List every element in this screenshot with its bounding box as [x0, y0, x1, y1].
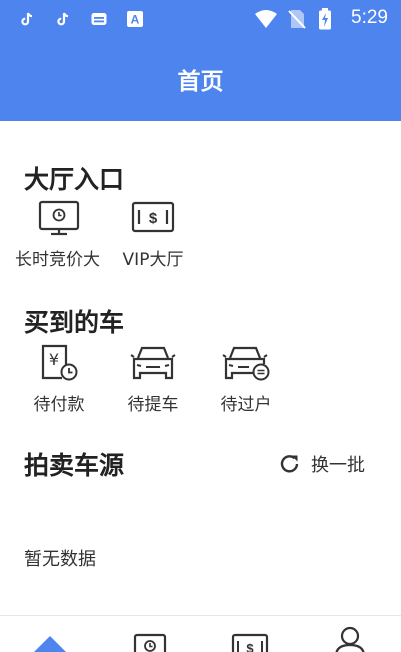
cars-item-label: 待提车 [127, 395, 179, 415]
pending-pickup-icon [130, 346, 176, 380]
hall-item-label: 长时竞价大 [15, 250, 100, 270]
vip-tab-icon[interactable]: $ [230, 632, 270, 652]
cars-item-pending-transfer[interactable]: 待过户 [201, 342, 291, 415]
auction-section-title: 拍卖车源 [24, 451, 125, 480]
app-icon [91, 13, 107, 25]
cars-item-label: 待付款 [33, 395, 85, 415]
svg-text:$: $ [246, 641, 254, 652]
status-bar: A 5:29 [0, 0, 401, 38]
timed-auction-icon [38, 200, 80, 236]
page-title: 首页 [177, 69, 224, 95]
font-app-icon: A [127, 11, 143, 27]
vip-hall-icon: $ [131, 201, 175, 233]
no-sim-icon [288, 10, 306, 29]
pending-payment-icon: ¥ [41, 344, 78, 381]
status-time: 5:29 [351, 7, 388, 28]
wifi-icon [255, 10, 277, 28]
hall-item-timed-auction[interactable]: 长时竞价大 [14, 199, 104, 270]
app-header: A 5:29 首页 [0, 0, 401, 121]
battery-charging-icon [319, 8, 331, 30]
refresh-button[interactable]: 换一批 [279, 450, 365, 478]
pending-transfer-icon [222, 346, 270, 381]
tiktok-icon [21, 12, 33, 26]
cars-item-label: 待过户 [220, 395, 272, 415]
svg-text:A: A [131, 13, 140, 27]
cars-item-pending-pickup[interactable]: 待提车 [108, 342, 198, 415]
hall-item-vip[interactable]: $ VIP大厅 [108, 199, 198, 270]
cars-section-title: 买到的车 [24, 308, 125, 337]
svg-text:$: $ [149, 210, 158, 227]
auction-tab-icon[interactable] [130, 632, 170, 652]
home-tab-icon[interactable] [30, 628, 70, 652]
profile-tab-icon[interactable] [330, 626, 370, 652]
svg-text:¥: ¥ [49, 350, 59, 369]
empty-state-text: 暂无数据 [24, 549, 96, 570]
bottom-tab-bar: $ [0, 615, 401, 652]
tiktok-icon [57, 12, 69, 26]
refresh-label: 换一批 [311, 455, 365, 476]
hall-section-title: 大厅入口 [24, 165, 125, 194]
cars-item-pending-payment[interactable]: ¥ 待付款 [14, 342, 104, 415]
hall-item-label: VIP大厅 [122, 250, 184, 270]
refresh-icon [280, 455, 299, 473]
